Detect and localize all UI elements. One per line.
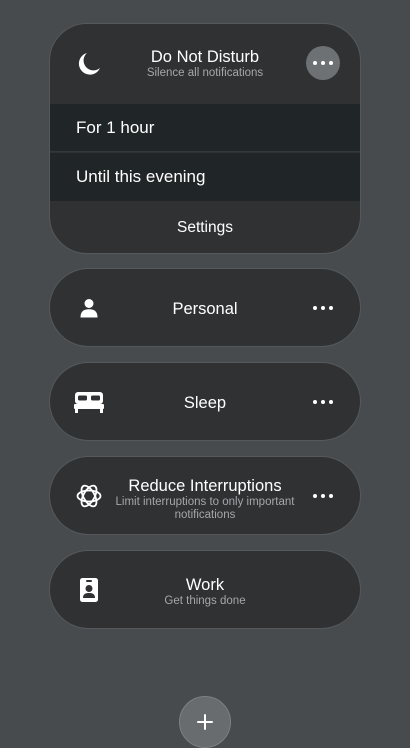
do-not-disturb-subtitle: Silence all notifications <box>146 67 264 79</box>
flower-icon <box>74 482 104 510</box>
focus-work[interactable]: Work Get things done <box>49 550 361 629</box>
personal-more-button[interactable] <box>312 302 334 314</box>
add-focus-button[interactable] <box>179 696 231 748</box>
more-icon <box>312 60 334 66</box>
focus-subtitle: Get things done <box>164 595 246 607</box>
more-icon <box>312 399 334 405</box>
do-not-disturb-more-button[interactable] <box>306 46 340 80</box>
option-for-1-hour[interactable]: For 1 hour <box>50 104 360 152</box>
more-icon <box>312 493 334 499</box>
focus-reduce-interruptions[interactable]: Reduce Interruptions Limit interruptions… <box>49 456 361 535</box>
bed-icon <box>74 388 104 416</box>
person-icon <box>74 294 104 322</box>
plus-icon <box>197 714 213 730</box>
more-icon <box>312 305 334 311</box>
do-not-disturb-card: Do Not Disturb Silence all notifications… <box>49 23 361 254</box>
focus-title: Personal <box>172 300 238 318</box>
focus-sleep[interactable]: Sleep <box>49 362 361 441</box>
reduce-interruptions-more-button[interactable] <box>312 490 334 502</box>
focus-personal[interactable]: Personal <box>49 268 361 347</box>
id-badge-icon <box>74 576 104 604</box>
do-not-disturb-title: Do Not Disturb <box>150 48 260 66</box>
focus-title: Reduce Interruptions <box>128 477 282 495</box>
option-until-this-evening[interactable]: Until this evening <box>50 153 360 201</box>
sleep-more-button[interactable] <box>312 396 334 408</box>
focus-subtitle: Limit interruptions to only important no… <box>115 496 295 521</box>
moon-icon <box>78 53 100 75</box>
focus-title: Work <box>185 576 225 594</box>
settings-button[interactable]: Settings <box>50 201 360 253</box>
focus-title: Sleep <box>183 394 227 412</box>
